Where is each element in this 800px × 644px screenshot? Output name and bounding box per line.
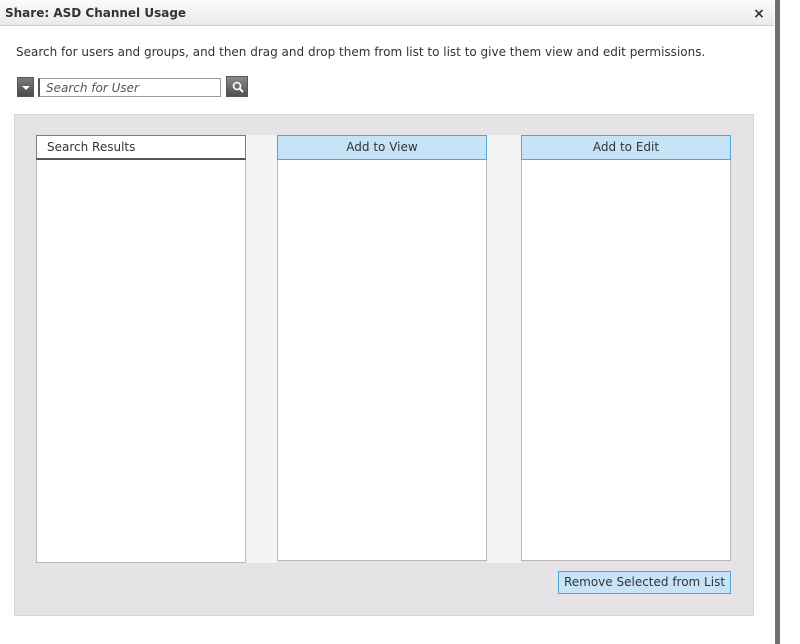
close-icon[interactable]: × [751, 6, 767, 22]
view-permissions-list[interactable] [277, 160, 487, 561]
share-dialog: Share: ASD Channel Usage × Search for us… [0, 0, 774, 644]
search-results-list[interactable] [36, 160, 246, 563]
search-button[interactable] [226, 76, 248, 97]
search-scope-dropdown-button[interactable] [17, 77, 34, 97]
dialog-title: Share: ASD Channel Usage [5, 6, 187, 20]
add-to-edit-header[interactable]: Add to Edit [521, 135, 731, 160]
search-icon [232, 81, 244, 93]
scrollbar[interactable] [775, 0, 780, 644]
dialog-titlebar[interactable]: Share: ASD Channel Usage × [0, 0, 774, 26]
search-input[interactable] [38, 78, 221, 97]
remove-selected-button[interactable]: Remove Selected from List [558, 571, 731, 594]
edit-permissions-list[interactable] [521, 160, 731, 561]
add-to-view-header[interactable]: Add to View [277, 135, 487, 160]
window-edge [774, 0, 800, 644]
instructions-text: Search for users and groups, and then dr… [16, 45, 706, 59]
search-results-header: Search Results [36, 135, 246, 160]
list-gap [246, 135, 277, 563]
chevron-down-icon [22, 86, 30, 90]
list-gap [487, 135, 521, 563]
